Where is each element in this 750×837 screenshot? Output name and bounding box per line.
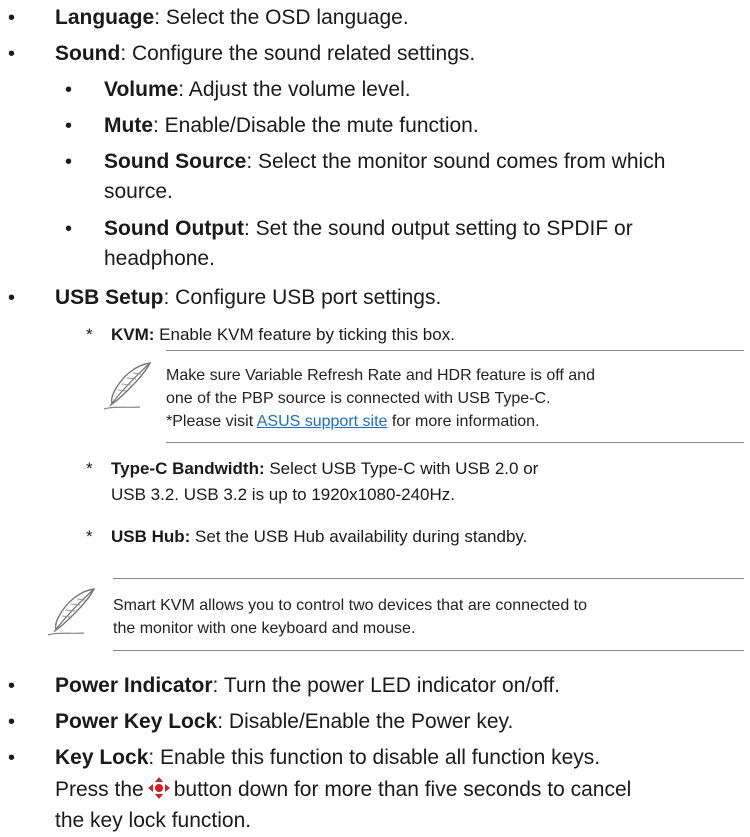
bullet: •: [8, 287, 16, 309]
description: : Configure the sound related settings.: [120, 42, 476, 65]
description: : Adjust the volume level.: [178, 78, 411, 101]
bullet: •: [8, 7, 16, 29]
description: Select USB Type-C with USB 2.0 or: [264, 459, 539, 478]
five-way-navigation-key-icon: [147, 777, 170, 799]
description: : Set the sound output setting to SPDIF …: [243, 217, 633, 240]
note-top-rule: [166, 350, 744, 351]
term: Sound Source: [104, 150, 247, 173]
asus-support-link[interactable]: ASUS support site: [257, 413, 388, 430]
bullet: •: [8, 711, 16, 733]
bullet: •: [8, 675, 16, 697]
bullet: •: [8, 747, 16, 769]
term: KVM:: [111, 325, 155, 344]
note-line: Make sure Variable Refresh Rate and HDR …: [166, 367, 595, 384]
description: : Disable/Enable the Power key.: [217, 710, 514, 733]
term: Sound: [55, 42, 121, 65]
term: Power Indicator: [55, 674, 213, 697]
description-cont: headphone.: [104, 247, 215, 270]
note-line: *Please visit ASUS support site for more…: [166, 413, 540, 430]
bullet: •: [65, 218, 73, 240]
term: USB Hub:: [111, 527, 191, 546]
note-line: Smart KVM allows you to control two devi…: [113, 597, 588, 614]
term: Power Key Lock: [55, 710, 218, 733]
bullet: •: [65, 79, 73, 101]
feather-quill-icon: [47, 588, 96, 636]
description: : Configure USB port settings.: [163, 286, 442, 309]
asterisk: *: [86, 325, 93, 344]
description: : Enable this function to disable all fu…: [148, 746, 601, 769]
description: : Select the OSD language.: [154, 6, 409, 29]
asterisk: *: [86, 459, 93, 478]
term: Key Lock: [55, 746, 149, 769]
description: Enable KVM feature by ticking this box.: [154, 325, 455, 344]
term: Type-C Bandwidth:: [111, 459, 265, 478]
term: Sound Output: [104, 217, 244, 240]
description: : Enable/Disable the mute function.: [153, 114, 479, 137]
bullet: •: [8, 43, 16, 65]
description-cont: USB 3.2. USB 3.2 is up to 1920x1080-240H…: [111, 485, 455, 504]
description-cont: the key lock function.: [55, 809, 252, 832]
note-top-rule: [113, 578, 744, 579]
description-cont: Press the button down for more than five…: [55, 777, 632, 801]
term: Volume: [104, 78, 179, 101]
bullet: •: [65, 151, 73, 173]
note-bottom-rule: [113, 650, 744, 651]
description: : Turn the power LED indicator on/off.: [212, 674, 561, 697]
description: : Select the monitor sound comes from wh…: [246, 150, 666, 173]
term: Mute: [104, 114, 153, 137]
description-cont: source.: [104, 180, 173, 203]
term: USB Setup: [55, 286, 164, 309]
asterisk: *: [86, 527, 93, 546]
feather-quill-icon: [103, 362, 152, 410]
note-line: one of the PBP source is connected with …: [166, 390, 551, 407]
term: Language: [55, 6, 155, 29]
note-line: the monitor with one keyboard and mouse.: [113, 620, 416, 637]
description: Set the USB Hub availability during stan…: [190, 527, 528, 546]
note-bottom-rule: [166, 442, 744, 443]
bullet: •: [65, 115, 73, 137]
